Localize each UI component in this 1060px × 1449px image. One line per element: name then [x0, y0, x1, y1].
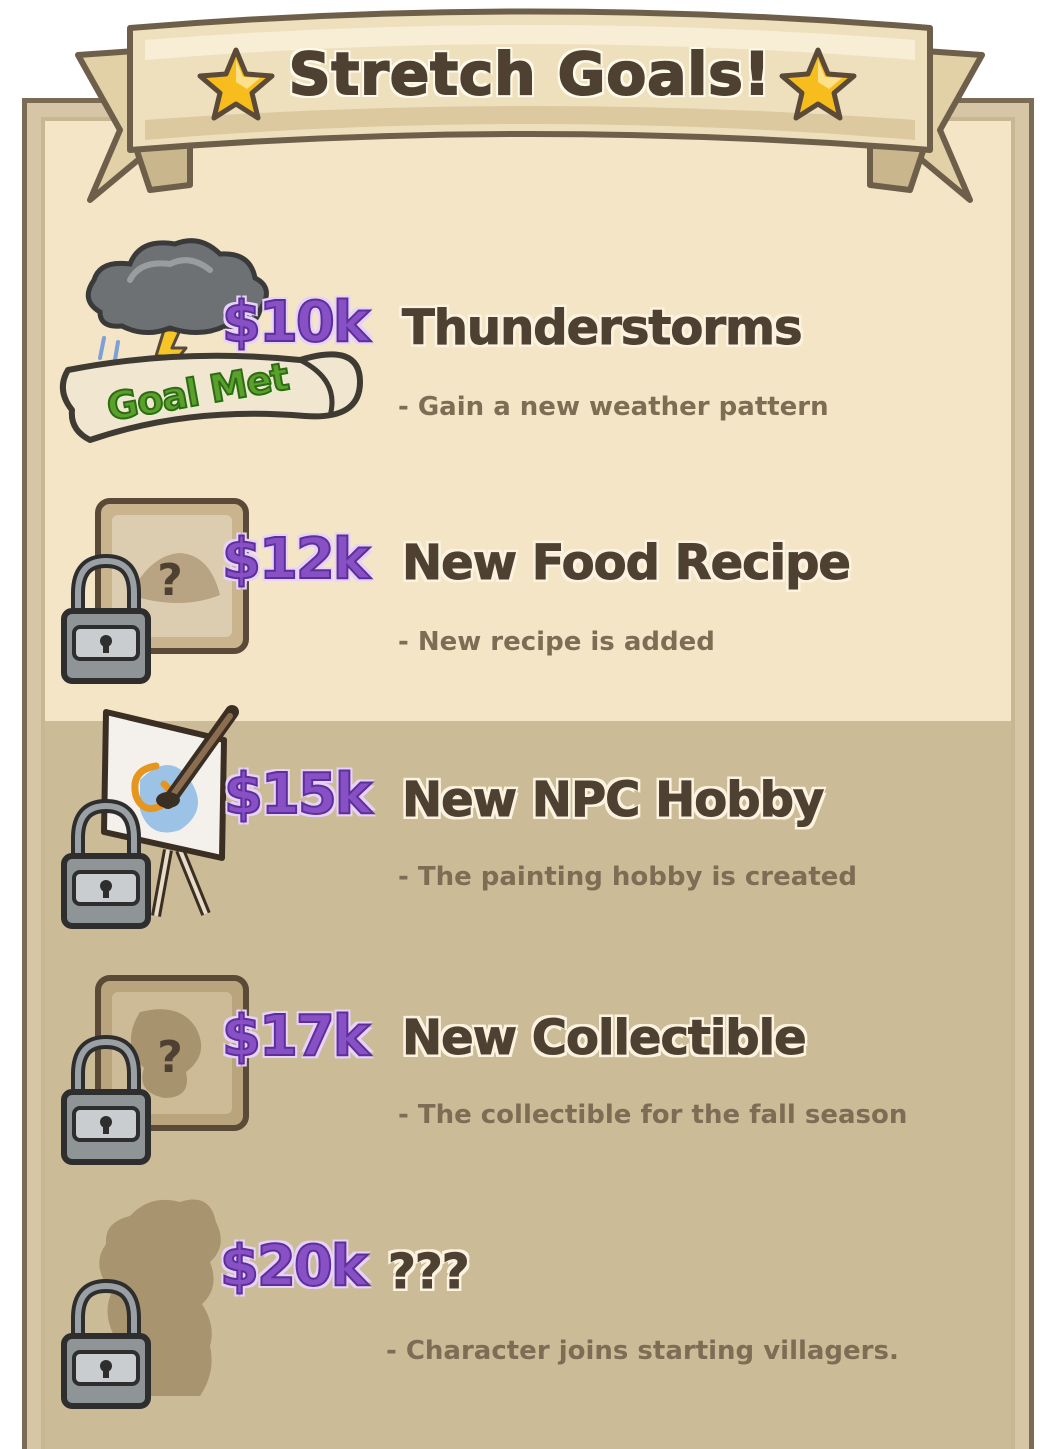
goal-title: New Collectible	[402, 1010, 808, 1067]
goal-title: Thunderstorms	[402, 300, 804, 357]
lock-icon	[61, 553, 151, 684]
title-ribbon	[75, 8, 985, 203]
goal-title: ???	[388, 1244, 471, 1301]
goal-price: $15k	[223, 761, 373, 828]
lock-icon	[61, 798, 151, 929]
star-icon	[197, 47, 275, 121]
goal-description: - The collectible for the fall season	[398, 1100, 908, 1130]
goal-title: New Food Recipe	[402, 535, 852, 592]
goal-price: $20k	[219, 1233, 369, 1300]
star-icon	[779, 47, 857, 121]
goal-price: $12k	[221, 526, 371, 593]
goal-description: - The painting hobby is created	[398, 862, 857, 892]
goal-row: $15k New NPC Hobby - The painting hobby …	[0, 700, 1060, 929]
page-title: Stretch Goals!	[288, 39, 772, 109]
goal-price: $10k	[221, 289, 371, 356]
goal-row: Goal Met $10k Thunderstorms - Gain a new…	[0, 230, 1060, 450]
goal-row: ? $17k New Collectible - The collectible…	[0, 972, 1060, 1192]
goal-description: - Character joins starting villagers.	[386, 1336, 899, 1366]
goal-description: - New recipe is added	[398, 627, 715, 657]
goal-row: ? $12k New Food Recipe - New recipe is a…	[0, 495, 1060, 715]
goal-row: $20k ??? - Character joins starting vill…	[0, 1196, 1060, 1416]
goal-price: $17k	[221, 1003, 371, 1070]
goal-title: New NPC Hobby	[401, 772, 824, 829]
goal-description: - Gain a new weather pattern	[398, 392, 829, 422]
svg-text:?: ?	[157, 555, 183, 606]
lock-icon	[61, 1278, 151, 1409]
svg-text:?: ?	[157, 1032, 183, 1083]
lock-icon	[61, 1034, 151, 1165]
